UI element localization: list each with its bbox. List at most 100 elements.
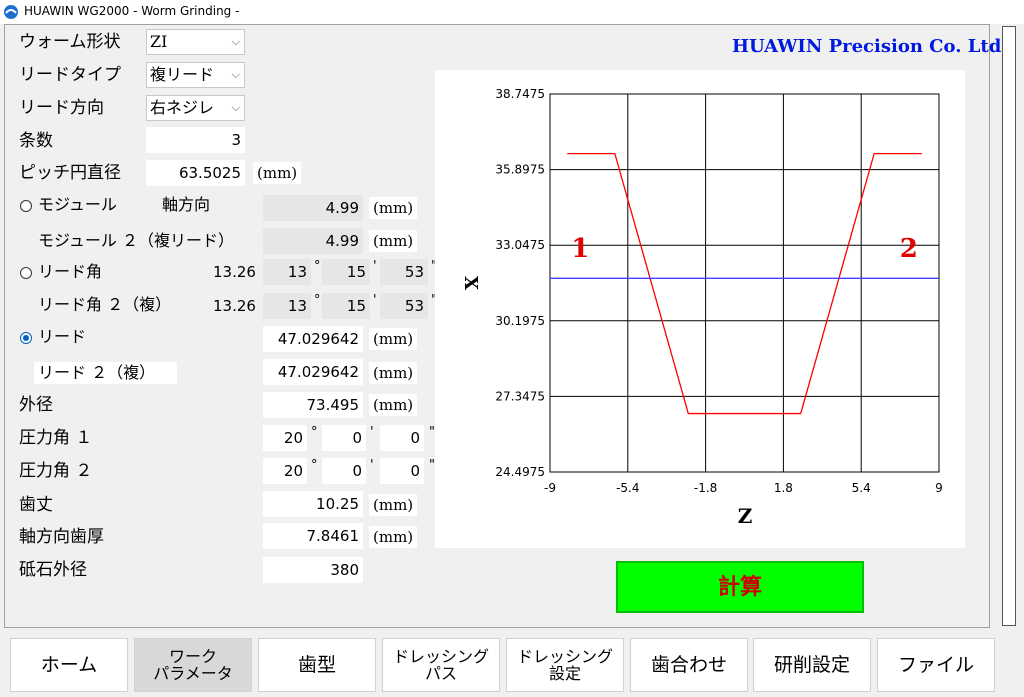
y-tick-label: 33.0475: [495, 238, 545, 252]
tooth-height-input[interactable]: 10.25: [263, 491, 363, 517]
degree-symbol: °: [314, 259, 321, 274]
profile-chart: -9 -5.4 -1.8 1.8 5.4 9 38.7475 35.8975 33.0475 30…: [460, 87, 943, 528]
axial-thickness-label: 軸方向歯厚: [19, 527, 104, 547]
pitch-diameter-input[interactable]: 63.5025: [146, 160, 245, 186]
pressure-angle1-deg-input[interactable]: 20: [263, 425, 307, 451]
lead2-input[interactable]: 47.029642: [263, 359, 363, 385]
lead-angle-min-input: 15: [322, 259, 370, 285]
chevron-down-icon: ⌵: [231, 35, 240, 48]
pressure-angle2-min-input[interactable]: 0: [322, 458, 366, 484]
pressure-angle1-label: 圧力角 １: [19, 428, 93, 448]
window-title: HUAWIN WG2000 - Worm Grinding -: [24, 4, 240, 18]
x-tick-label: -1.8: [694, 481, 717, 495]
x-tick-label: 5.4: [852, 481, 871, 495]
tab-grinding-settings[interactable]: 研削設定: [753, 638, 871, 692]
y-tick-label: 27.3475: [495, 389, 545, 403]
calculate-button[interactable]: 計算: [616, 561, 864, 613]
pressure-angle2-label: 圧力角 ２: [19, 461, 93, 481]
chart-annotation: 2: [900, 234, 918, 264]
tab-tooth-alignment[interactable]: 歯合わせ: [630, 638, 748, 692]
module2-unit: (mm): [369, 230, 418, 252]
lead2-unit: (mm): [369, 362, 418, 384]
lead-type-label: リードタイプ: [19, 65, 121, 85]
module2-input: 4.99: [263, 228, 363, 254]
plot-frame: [549, 93, 940, 473]
tab-tooth-profile[interactable]: 歯型: [258, 638, 376, 692]
y-axis-label: X: [460, 276, 481, 290]
lead-angle2-min-input: 15: [322, 293, 370, 319]
degree-symbol: °: [311, 425, 318, 440]
lead-label: リード: [38, 327, 87, 346]
pressure-angle2-sec-input[interactable]: 0: [380, 458, 424, 484]
pitch-diameter-label: ピッチ円直径: [19, 163, 121, 183]
lead-direction-value: 右ネジレ: [150, 98, 215, 117]
outer-diameter-label: 外径: [19, 395, 53, 415]
tab-file[interactable]: ファイル: [877, 638, 995, 692]
lead-angle2-deg-input: 13: [263, 293, 311, 319]
lead-angle-sec-input: 53: [380, 259, 428, 285]
module-label: モジュール: [38, 195, 117, 214]
pressure-angle1-sec-input[interactable]: 0: [380, 425, 424, 451]
outer-diameter-input[interactable]: 73.495: [263, 392, 363, 418]
outer-diameter-unit: (mm): [369, 394, 418, 416]
lead-angle-deg-input: 13: [263, 259, 311, 285]
lead-type-select[interactable]: 複リード ⌵: [146, 62, 245, 88]
y-tick-label: 24.4975: [495, 465, 545, 479]
tab-dressing-settings[interactable]: ドレッシング 設定: [506, 638, 624, 692]
pressure-angle1-min-input[interactable]: 0: [322, 425, 366, 451]
x-tick-label: -5.4: [616, 481, 639, 495]
minute-symbol: ': [370, 425, 374, 440]
title-bar: HUAWIN WG2000 - Worm Grinding -: [0, 0, 1024, 24]
lead-input[interactable]: 47.029642: [263, 326, 363, 352]
worm-shape-value: ZI: [150, 32, 168, 51]
lead-angle2-decimal: 13.26: [213, 297, 256, 315]
degree-symbol: °: [314, 293, 321, 308]
y-tick-label: 35.8975: [495, 163, 545, 177]
starts-input[interactable]: 3: [146, 127, 245, 153]
vertical-scrollbar[interactable]: [1002, 26, 1016, 626]
module-unit: (mm): [369, 197, 418, 219]
lead-angle2-sec-input: 53: [380, 293, 428, 319]
worm-shape-label: ウォーム形状: [19, 32, 121, 52]
brand-label: HUAWIN Precision Co. Ltd: [732, 36, 1002, 57]
lead-radio[interactable]: [20, 332, 32, 344]
tab-work-parameters[interactable]: ワーク パラメータ: [134, 638, 252, 692]
lead-angle-decimal: 13.26: [213, 263, 256, 281]
worm-shape-select[interactable]: ZI ⌵: [146, 29, 245, 55]
lead2-label: リード ２（複）: [34, 362, 178, 384]
lead-angle-label: リード角: [38, 262, 103, 281]
lead-angle-radio[interactable]: [20, 267, 32, 279]
lead-direction-select[interactable]: 右ネジレ ⌵: [146, 95, 245, 121]
degree-symbol: °: [311, 458, 318, 473]
lead-direction-label: リード方向: [19, 98, 104, 118]
tab-home[interactable]: ホーム: [10, 638, 128, 692]
module2-label: モジュール ２（複リード）: [38, 231, 234, 250]
module-radio[interactable]: [20, 200, 32, 212]
pitch-diameter-unit: (mm): [253, 162, 302, 184]
x-tick-label: 1.8: [774, 481, 793, 495]
starts-label: 条数: [19, 131, 53, 151]
module-input: 4.99: [263, 195, 363, 221]
x-axis-label: Z: [738, 504, 753, 528]
axial-thickness-unit: (mm): [369, 526, 418, 548]
tab-bar: ホーム ワーク パラメータ 歯型 ドレッシング パス ドレッシング 設定 歯合わ…: [0, 634, 1024, 697]
y-tick-label: 38.7475: [495, 87, 545, 101]
tab-dressing-path[interactable]: ドレッシング パス: [382, 638, 500, 692]
chart-annotation: 1: [571, 234, 589, 264]
wheel-diameter-input[interactable]: 380: [263, 557, 363, 583]
minute-symbol: ': [370, 458, 374, 473]
lead-type-value: 複リード: [150, 65, 215, 84]
pressure-angle2-deg-input[interactable]: 20: [263, 458, 307, 484]
axial-thickness-input[interactable]: 7.8461: [263, 523, 363, 549]
x-tick-label: 9: [935, 481, 943, 495]
chevron-down-icon: ⌵: [231, 68, 240, 81]
chevron-down-icon: ⌵: [231, 101, 240, 114]
wheel-diameter-label: 砥石外径: [19, 560, 87, 580]
minute-symbol: ': [373, 259, 377, 274]
lead-unit: (mm): [369, 328, 418, 350]
minute-symbol: ': [373, 293, 377, 308]
tooth-height-label: 歯丈: [19, 495, 53, 515]
module-sub-label: 軸方向: [162, 195, 211, 214]
y-tick-label: 30.1975: [495, 314, 545, 328]
app-icon: [4, 5, 18, 19]
